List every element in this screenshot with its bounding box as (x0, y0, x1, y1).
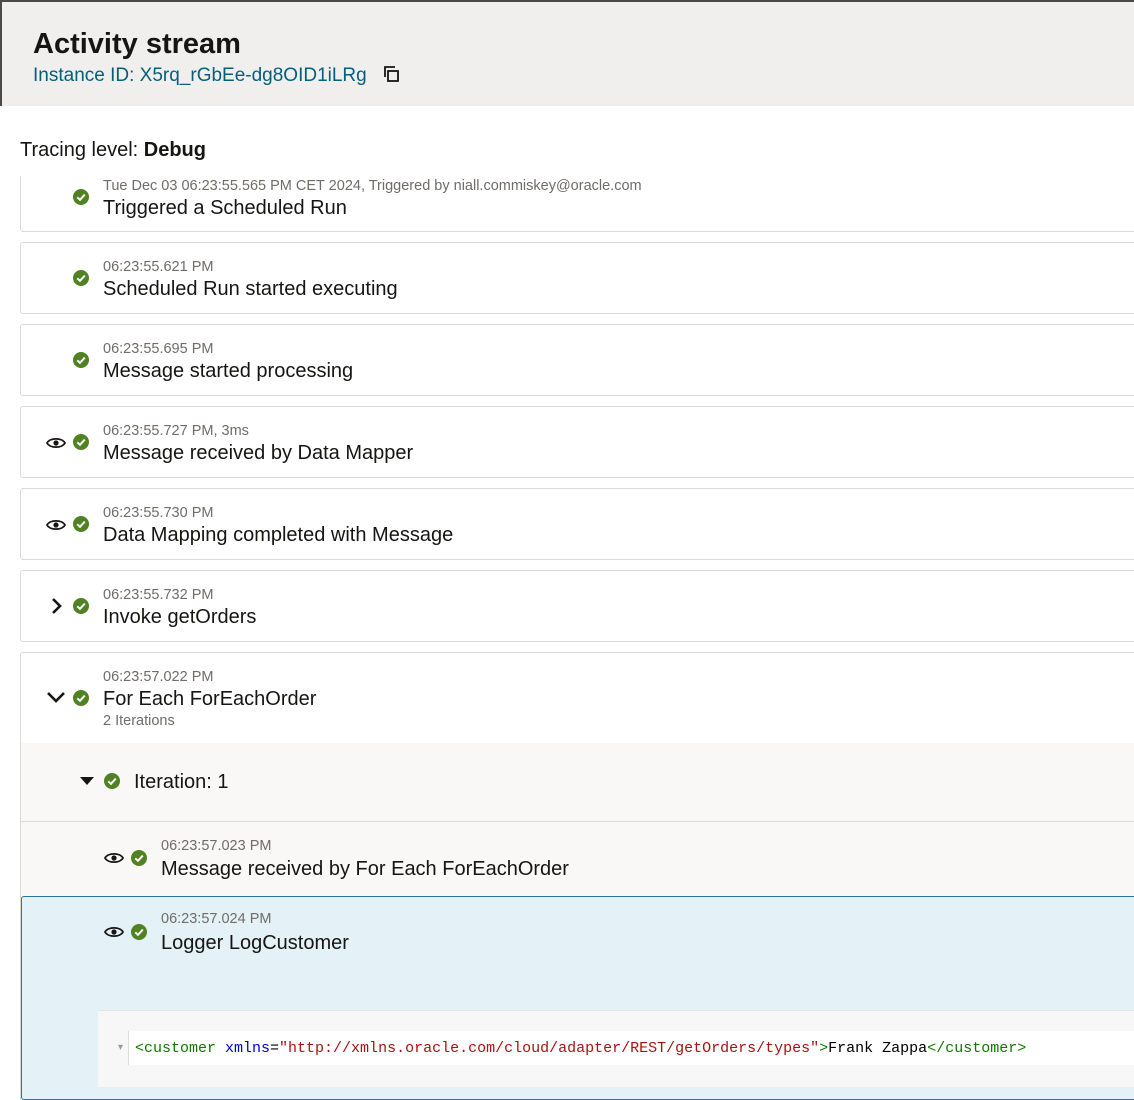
tracing-level: Tracing level: Debug (20, 139, 206, 162)
payload-viewer[interactable]: ▾ <customer xmlns="http://xmlns.oracle.c… (98, 1010, 1134, 1087)
activity-timestamp: 06:23:55.621 PM (103, 259, 214, 275)
eye-icon[interactable] (104, 925, 124, 939)
activity-item[interactable]: Tue Dec 03 06:23:55.565 PM CET 2024, Tri… (20, 176, 1134, 232)
activity-timestamp: Tue Dec 03 06:23:55.565 PM CET 2024, Tri… (103, 178, 642, 194)
check-circle-icon (131, 924, 147, 940)
check-circle-icon (73, 270, 89, 286)
page-header: Activity stream Instance ID: X5rq_rGbEe-… (0, 0, 1134, 106)
activity-item[interactable]: 06:23:55.621 PM Scheduled Run started ex… (20, 242, 1134, 314)
activity-timestamp: 06:23:55.730 PM (103, 505, 214, 521)
chevron-down-icon[interactable] (46, 690, 66, 704)
activity-message: Scheduled Run started executing (103, 278, 398, 300)
activity-message: Message received by For Each ForEachOrde… (161, 858, 569, 880)
copy-icon[interactable] (382, 64, 402, 84)
activity-item[interactable]: 06:23:55.727 PM, 3ms Message received by… (20, 406, 1134, 478)
activity-message: Triggered a Scheduled Run (103, 197, 347, 219)
xml-close-bracket: > (819, 1040, 829, 1057)
activity-timestamp: 06:23:55.695 PM (103, 341, 214, 357)
activity-item[interactable]: 06:23:55.732 PM Invoke getOrders (20, 570, 1134, 642)
check-circle-icon (73, 598, 89, 614)
xml-equals: = (270, 1040, 280, 1057)
xml-attr-value: "http://xmlns.oracle.com/cloud/adapter/R… (279, 1040, 820, 1057)
activity-message: Message received by Data Mapper (103, 442, 414, 464)
iteration-header[interactable]: Iteration: 1 (21, 743, 1134, 822)
eye-icon[interactable] (46, 518, 66, 532)
instance-id: Instance ID: X5rq_rGbEe-dg8OID1iLRg (33, 65, 367, 86)
xml-end-tag: </customer> (927, 1040, 1027, 1057)
iteration-activity-item[interactable]: 06:23:57.023 PM Message received by For … (21, 822, 1134, 896)
check-circle-icon (131, 850, 147, 866)
activity-timestamp: 06:23:57.022 PM (103, 669, 214, 685)
activity-timestamp: 06:23:55.727 PM, 3ms (103, 423, 249, 439)
xml-text: Frank Zappa (828, 1040, 928, 1057)
activity-timestamp: 06:23:57.023 PM (161, 838, 272, 854)
check-circle-icon (73, 516, 89, 532)
page-title: Activity stream (33, 28, 241, 60)
activity-stream[interactable]: Tue Dec 03 06:23:55.565 PM CET 2024, Tri… (0, 176, 1134, 1100)
activity-item[interactable]: 06:23:55.730 PM Data Mapping completed w… (20, 488, 1134, 560)
activity-timestamp: 06:23:55.732 PM (103, 587, 214, 603)
activity-message: Message started processing (103, 360, 354, 382)
activity-timestamp: 06:23:57.024 PM (161, 911, 272, 927)
activity-message: For Each ForEachOrder (103, 688, 317, 710)
eye-icon[interactable] (46, 436, 66, 450)
caret-down-icon[interactable] (79, 776, 95, 786)
check-circle-icon (73, 189, 89, 205)
eye-icon[interactable] (104, 851, 124, 865)
fold-toggle-icon[interactable]: ▾ (118, 1042, 123, 1053)
check-circle-icon (73, 690, 89, 706)
activity-item[interactable]: 06:23:55.695 PM Message started processi… (20, 324, 1134, 396)
tracing-level-value: Debug (143, 139, 206, 161)
xml-open-tag: <customer (135, 1040, 217, 1057)
tracing-level-label: Tracing level: (20, 139, 144, 161)
check-circle-icon (104, 773, 120, 789)
check-circle-icon (73, 434, 89, 450)
activity-message: Invoke getOrders (103, 606, 257, 628)
iteration-count: 2 Iterations (103, 713, 175, 729)
activity-message: Data Mapping completed with Message (103, 524, 454, 546)
chevron-right-icon[interactable] (49, 597, 63, 615)
xml-attr-name: xmlns (216, 1040, 271, 1057)
check-circle-icon (73, 352, 89, 368)
xml-payload: <customer xmlns="http://xmlns.oracle.com… (135, 1040, 1026, 1057)
activity-message: Logger LogCustomer (161, 932, 349, 954)
iteration-label: Iteration: 1 (134, 771, 229, 793)
